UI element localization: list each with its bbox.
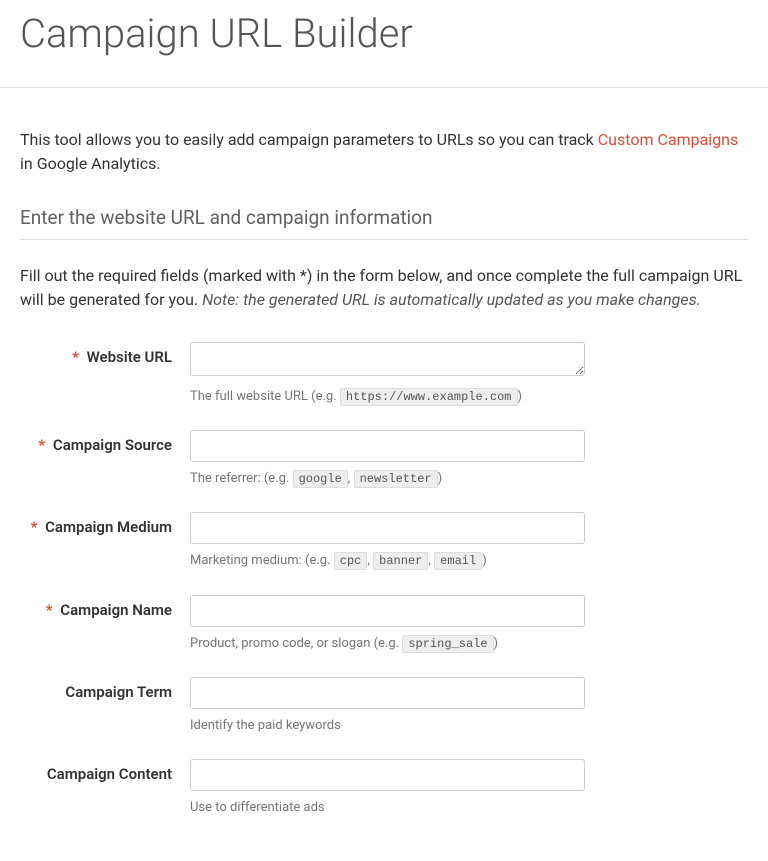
helper-pre: Marketing medium: (e.g. (190, 553, 334, 568)
row-website-url: * Website URL The full website URL (e.g.… (20, 342, 748, 406)
campaign-name-input[interactable] (190, 595, 585, 627)
helper-code: cpc (334, 552, 368, 570)
label-campaign-content: Campaign Content (20, 759, 190, 783)
helper-post: ) (494, 636, 499, 651)
helper-code: banner (373, 552, 428, 570)
input-col: Identify the paid keywords (190, 677, 585, 735)
helper-code: https://www.example.com (340, 388, 518, 406)
content-section: This tool allows you to easily add campa… (0, 88, 768, 861)
row-campaign-source: * Campaign Source The referrer: (e.g. go… (20, 430, 748, 488)
helper-code: google (293, 470, 348, 488)
required-star: * (46, 601, 53, 619)
helper-post: ) (438, 471, 443, 486)
instructions: Fill out the required fields (marked wit… (20, 264, 748, 312)
row-campaign-name: * Campaign Name Product, promo code, or … (20, 595, 748, 653)
section-heading: Enter the website URL and campaign infor… (20, 206, 748, 240)
instructions-note: Note: the generated URL is automatically… (202, 290, 701, 309)
header-section: Campaign URL Builder (0, 0, 768, 88)
label-campaign-name: * Campaign Name (20, 595, 190, 619)
campaign-medium-input[interactable] (190, 512, 585, 544)
intro-text-after: in Google Analytics. (20, 154, 161, 173)
custom-campaigns-link[interactable]: Custom Campaigns (598, 130, 739, 149)
helper-pre: The full website URL (e.g. (190, 389, 340, 404)
row-campaign-content: Campaign Content Use to differentiate ad… (20, 759, 748, 817)
input-col: The referrer: (e.g. google, newsletter) (190, 430, 585, 488)
helper-post: ) (518, 389, 523, 404)
label-text: Campaign Medium (45, 518, 172, 536)
helper-sep: , (348, 471, 354, 486)
required-star: * (38, 436, 45, 454)
helper-post: ) (482, 553, 487, 568)
page-title: Campaign URL Builder (20, 0, 748, 57)
label-text: Campaign Content (47, 765, 172, 783)
label-text: Campaign Term (65, 683, 172, 701)
helper-campaign-term: Identify the paid keywords (190, 717, 585, 735)
label-text: Campaign Name (60, 601, 172, 619)
helper-campaign-source: The referrer: (e.g. google, newsletter) (190, 470, 585, 488)
label-campaign-source: * Campaign Source (20, 430, 190, 454)
required-star: * (31, 518, 38, 536)
intro-text-before: This tool allows you to easily add campa… (20, 130, 598, 149)
input-col: The full website URL (e.g. https://www.e… (190, 342, 585, 406)
website-url-input[interactable] (190, 342, 585, 376)
helper-code: newsletter (354, 470, 438, 488)
label-campaign-medium: * Campaign Medium (20, 512, 190, 536)
label-text: Campaign Source (53, 436, 172, 454)
intro-text: This tool allows you to easily add campa… (20, 128, 748, 176)
helper-code: spring_sale (402, 635, 493, 653)
input-col: Marketing medium: (e.g. cpc, banner, ema… (190, 512, 585, 570)
label-campaign-term: Campaign Term (20, 677, 190, 701)
helper-pre: Product, promo code, or slogan (e.g. (190, 636, 402, 651)
row-campaign-term: Campaign Term Identify the paid keywords (20, 677, 748, 735)
helper-campaign-name: Product, promo code, or slogan (e.g. spr… (190, 635, 585, 653)
row-campaign-medium: * Campaign Medium Marketing medium: (e.g… (20, 512, 748, 570)
label-website-url: * Website URL (20, 342, 190, 366)
helper-campaign-medium: Marketing medium: (e.g. cpc, banner, ema… (190, 552, 585, 570)
campaign-content-input[interactable] (190, 759, 585, 791)
helper-campaign-content: Use to differentiate ads (190, 799, 585, 817)
input-col: Use to differentiate ads (190, 759, 585, 817)
required-star: * (72, 348, 79, 366)
campaign-source-input[interactable] (190, 430, 585, 462)
helper-code: email (434, 552, 482, 570)
helper-website-url: The full website URL (e.g. https://www.e… (190, 388, 585, 406)
input-col: Product, promo code, or slogan (e.g. spr… (190, 595, 585, 653)
label-text: Website URL (87, 348, 172, 366)
campaign-term-input[interactable] (190, 677, 585, 709)
helper-pre: The referrer: (e.g. (190, 471, 293, 486)
